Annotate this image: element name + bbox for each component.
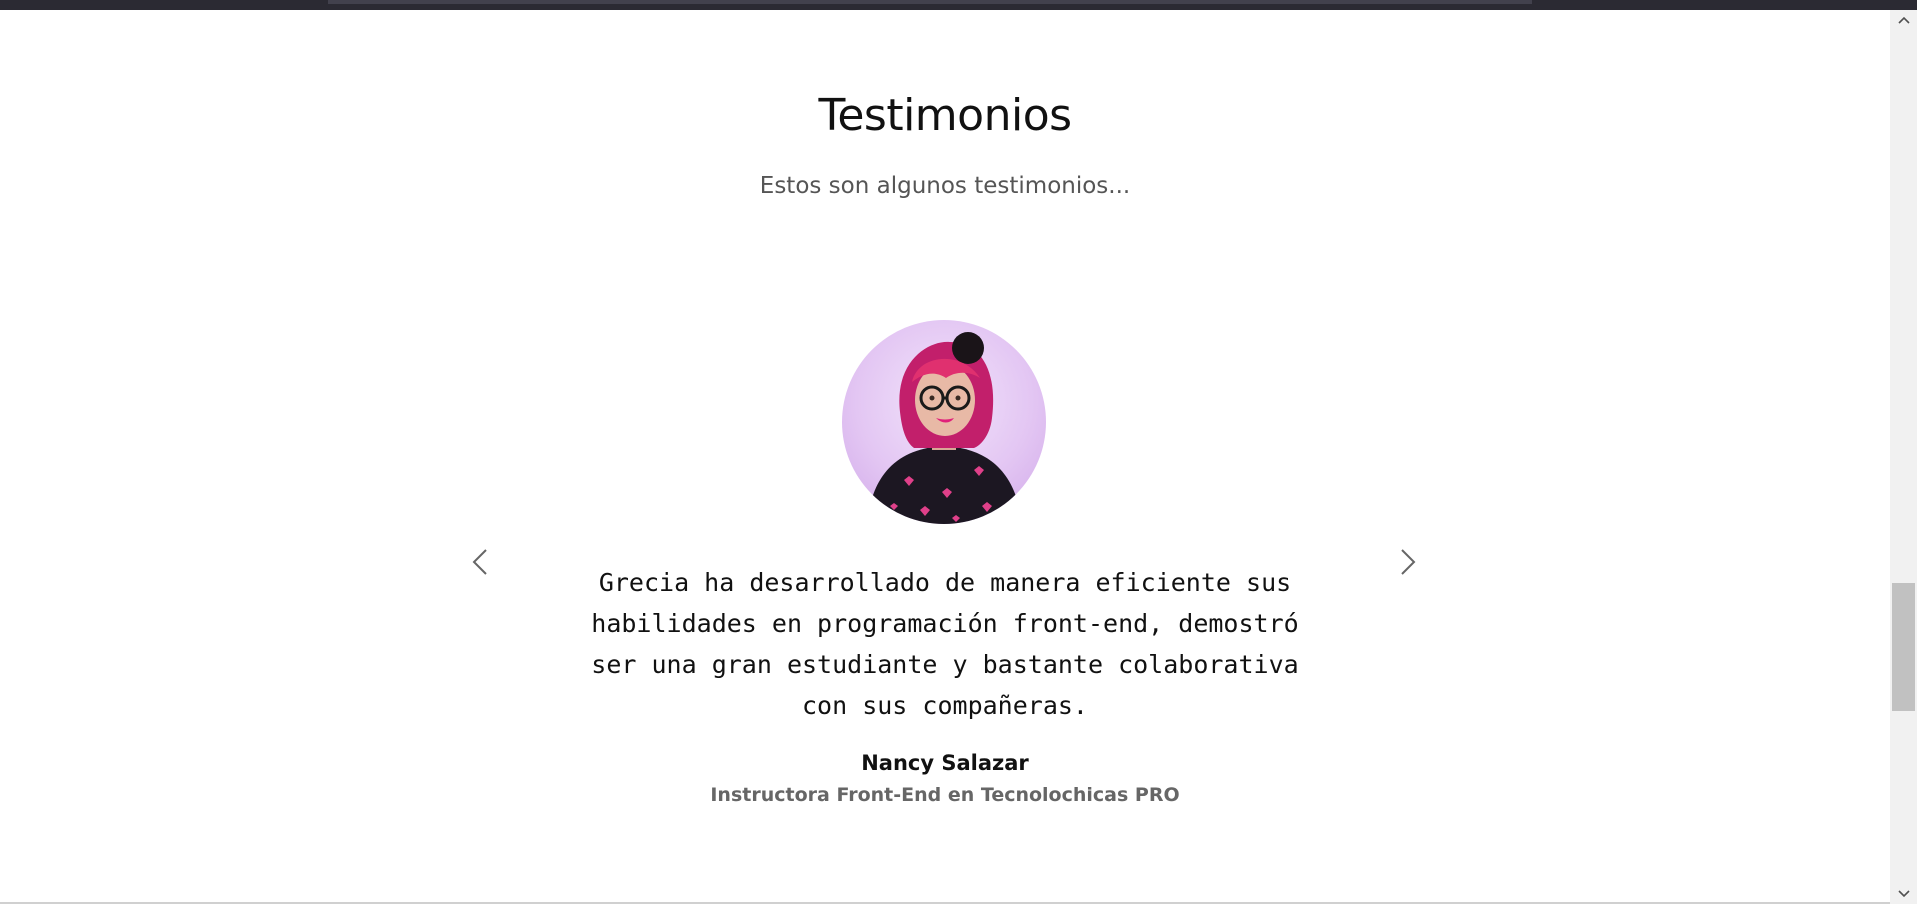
- testimonials-section: Testimonios Estos son algunos testimonio…: [0, 10, 1890, 902]
- scrollbar-thumb[interactable]: [1892, 583, 1915, 711]
- testimonial-quote: Grecia ha desarrollado de manera eficien…: [591, 568, 1299, 720]
- browser-top-bar: [0, 0, 1917, 10]
- carousel-next-button[interactable]: [1390, 532, 1426, 592]
- chevron-down-icon: [1897, 890, 1910, 898]
- chevron-up-icon: [1897, 16, 1910, 24]
- carousel-prev-button[interactable]: [462, 532, 498, 592]
- author-avatar: [842, 320, 1046, 524]
- section-subtitle: Estos son algunos testimonios...: [759, 173, 1131, 199]
- page: Testimonios Estos son algunos testimonio…: [0, 0, 1917, 904]
- top-bar-highlight: [328, 0, 1532, 4]
- section-title: Testimonios: [818, 90, 1072, 141]
- chevron-right-icon: [1401, 549, 1416, 575]
- chevron-left-icon: [472, 549, 487, 575]
- avatar-photo: [867, 332, 1022, 524]
- scroll-down-button[interactable]: [1890, 884, 1917, 904]
- author-role: Instructora Front-End en Tecnolochicas P…: [710, 784, 1180, 806]
- author-name: Nancy Salazar: [861, 751, 1029, 775]
- scroll-up-button[interactable]: [1890, 10, 1917, 30]
- vertical-scrollbar[interactable]: [1890, 10, 1917, 904]
